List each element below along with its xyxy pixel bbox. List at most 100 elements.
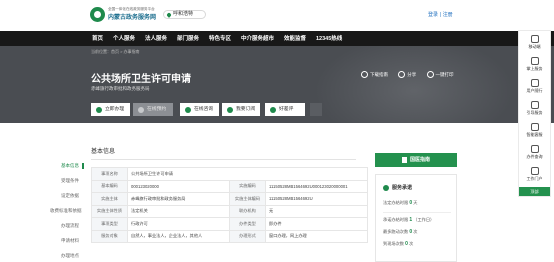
print-button[interactable]: 一键打印 <box>426 71 454 78</box>
table-row: 实施主体 赤峰旗行政审批和政务服务局 实施主体编码 11150528MB1564… <box>91 192 368 206</box>
appointment-icon <box>138 106 144 113</box>
table-value: 法定机关 <box>127 204 230 218</box>
dock-case-query[interactable]: 办件查询 <box>519 145 550 160</box>
table-key: 实施主体编码 <box>229 192 266 206</box>
chat-icon <box>530 123 539 131</box>
divider <box>383 212 451 213</box>
online-consult-button[interactable]: 在线咨询 <box>180 103 219 116</box>
guide-icon <box>401 156 407 163</box>
table-key: 办件类型 <box>229 217 266 231</box>
site-logo-icon[interactable] <box>90 7 105 22</box>
print-icon <box>426 71 434 78</box>
nav-item-personal[interactable]: 个人服务 <box>113 34 135 42</box>
subscribe-button[interactable]: 我要订阅 <box>222 103 260 116</box>
login-link[interactable]: 登录 <box>428 12 438 18</box>
guide-button[interactable]: 国医指南 <box>375 153 457 167</box>
table-key: 实施编码 <box>229 179 266 193</box>
table-value: 窗口办理，网上办理 <box>265 229 368 243</box>
query-icon <box>530 145 539 153</box>
legal-limit: 法定办结时限 0 天 <box>383 200 418 206</box>
table-key: 事项类型 <box>91 217 128 231</box>
table-value: 000123020000 <box>127 179 230 193</box>
table-value: 公共场所卫生许可申请 <box>127 167 368 181</box>
side-menu-process[interactable]: 办理流程 <box>50 223 84 229</box>
table-row: 实施主体性质 法定机关 联办机构 无 <box>91 204 368 218</box>
mobile-icon <box>530 35 539 43</box>
user-icon <box>530 79 539 87</box>
table-value: 11150528MB1564692U <box>265 192 368 206</box>
table-key: 联办机构 <box>229 204 266 218</box>
auth-links: 登录 | 注册 <box>428 12 453 18</box>
side-menu-basic-info[interactable]: 基本信息 <box>50 163 84 169</box>
side-menu-conditions[interactable]: 受理条件 <box>50 178 84 184</box>
dock-smart-service[interactable]: 智能客服 <box>519 123 550 138</box>
promise-limit: 承诺办结时限 1 （工作日） <box>383 217 435 223</box>
back-to-top-button[interactable]: 顶部 <box>519 187 550 196</box>
dock-palm-service[interactable]: 掌上服务 <box>519 57 550 72</box>
table-key: 服务对象 <box>91 229 128 243</box>
nav-item-home[interactable]: 首页 <box>92 34 103 42</box>
basic-info-table: 事项名称 公共场所卫生许可申请 基本编码 000123020000 实施编码 1… <box>91 167 368 243</box>
side-menu-fees[interactable]: 收费标准和依据 <box>50 208 84 214</box>
logo-title[interactable]: 内蒙古政务服务网 <box>108 12 156 21</box>
region-selector[interactable]: 呼和浩特 <box>163 10 206 19</box>
online-count: 到现场次数 0 次 <box>383 241 414 247</box>
service-title: 服务承诺 <box>383 184 412 191</box>
nav-item-special[interactable]: 特色专区 <box>209 34 231 42</box>
download-icon <box>361 71 368 78</box>
qr-code-icon[interactable] <box>310 103 322 116</box>
table-key: 实施主体性质 <box>91 204 128 218</box>
side-menu-location[interactable]: 办理地点 <box>50 253 84 259</box>
table-key: 实施主体 <box>91 192 128 206</box>
table-row: 事项名称 公共场所卫生许可申请 <box>91 167 368 181</box>
nav-item-hotline[interactable]: 12345热线 <box>316 34 342 42</box>
palm-service-icon <box>530 57 539 65</box>
table-value: 自然人，事业法人，企业法人，其他人 <box>127 229 230 243</box>
online-appointment-button[interactable]: 在线预约 <box>133 103 173 116</box>
dock-work-portal[interactable]: 工作门户 <box>519 167 550 182</box>
table-row: 服务对象 自然人，事业法人，企业法人，其他人 办理形式 窗口办理，网上办理 <box>91 229 368 243</box>
table-key: 事项名称 <box>91 167 128 181</box>
share-icon <box>398 71 406 78</box>
nav-item-agency[interactable]: 中介服务超市 <box>241 34 274 42</box>
section-divider <box>91 159 356 160</box>
side-menu-materials[interactable]: 申请材料 <box>50 238 84 244</box>
side-menu-basis[interactable]: 设定依据 <box>50 193 84 199</box>
portal-icon <box>530 167 539 175</box>
table-value: 无 <box>265 204 368 218</box>
nav-item-legal[interactable]: 法人服务 <box>145 34 167 42</box>
location-pin-icon <box>166 11 172 18</box>
share-button[interactable]: 分享 <box>398 71 416 78</box>
table-row: 事项类型 行政许可 办件类型 即办件 <box>91 217 368 231</box>
apply-icon <box>96 106 102 113</box>
page-title: 公共场所卫生许可申请 <box>91 74 191 85</box>
region-label: 呼和浩特 <box>173 11 194 17</box>
register-link[interactable]: 注册 <box>443 12 453 18</box>
nav-item-supervision[interactable]: 效能监督 <box>284 34 306 42</box>
table-row: 基本编码 000123020000 实施编码 11150528MB1564692… <box>91 179 368 193</box>
service-promise-panel: 服务承诺 法定办结时限 0 天 承诺办结时限 1 （工作日） 最多跑动次数 0 … <box>375 174 457 262</box>
consult-icon <box>185 106 191 113</box>
guide-service-icon <box>530 101 539 109</box>
table-value: 11150528MB1564692U000123020000001 <box>265 179 368 193</box>
visit-count: 最多跑动次数 0 次 <box>383 229 418 235</box>
rating-icon <box>270 106 276 113</box>
subscribe-icon <box>227 106 233 113</box>
download-guide-button[interactable]: 下载指南 <box>361 71 388 78</box>
rating-button[interactable]: 好差评 <box>265 103 305 116</box>
dock-mobile[interactable]: 移动端 <box>519 35 550 50</box>
main-nav: 首页 个人服务 法人服务 部门服务 特色专区 中介服务超市 效能监督 12345… <box>0 31 554 46</box>
table-key: 办理形式 <box>229 229 266 243</box>
table-value: 即办件 <box>265 217 368 231</box>
department-name: 赤峰旗行政审批和政务服务局 <box>91 86 150 91</box>
table-value: 赤峰旗行政审批和政务服务局 <box>127 192 230 206</box>
nav-item-department[interactable]: 部门服务 <box>177 34 199 42</box>
floating-dock: 移动端 掌上服务 用户随行 引导服务 智能客服 办件查询 工作门户 顶部 <box>518 30 551 197</box>
breadcrumb: 当前位置：首页 > 办事指南 <box>91 49 140 54</box>
apply-now-button[interactable]: 立即办理 <box>91 103 130 116</box>
dock-user-follow[interactable]: 用户随行 <box>519 79 550 94</box>
dock-guide[interactable]: 引导服务 <box>519 101 550 116</box>
top-bar: 全国一体化在线政务服务平台 内蒙古政务服务网 呼和浩特 登录 | 注册 <box>0 0 554 31</box>
table-key: 基本编码 <box>91 179 128 193</box>
section-title: 基本信息 <box>91 149 116 155</box>
